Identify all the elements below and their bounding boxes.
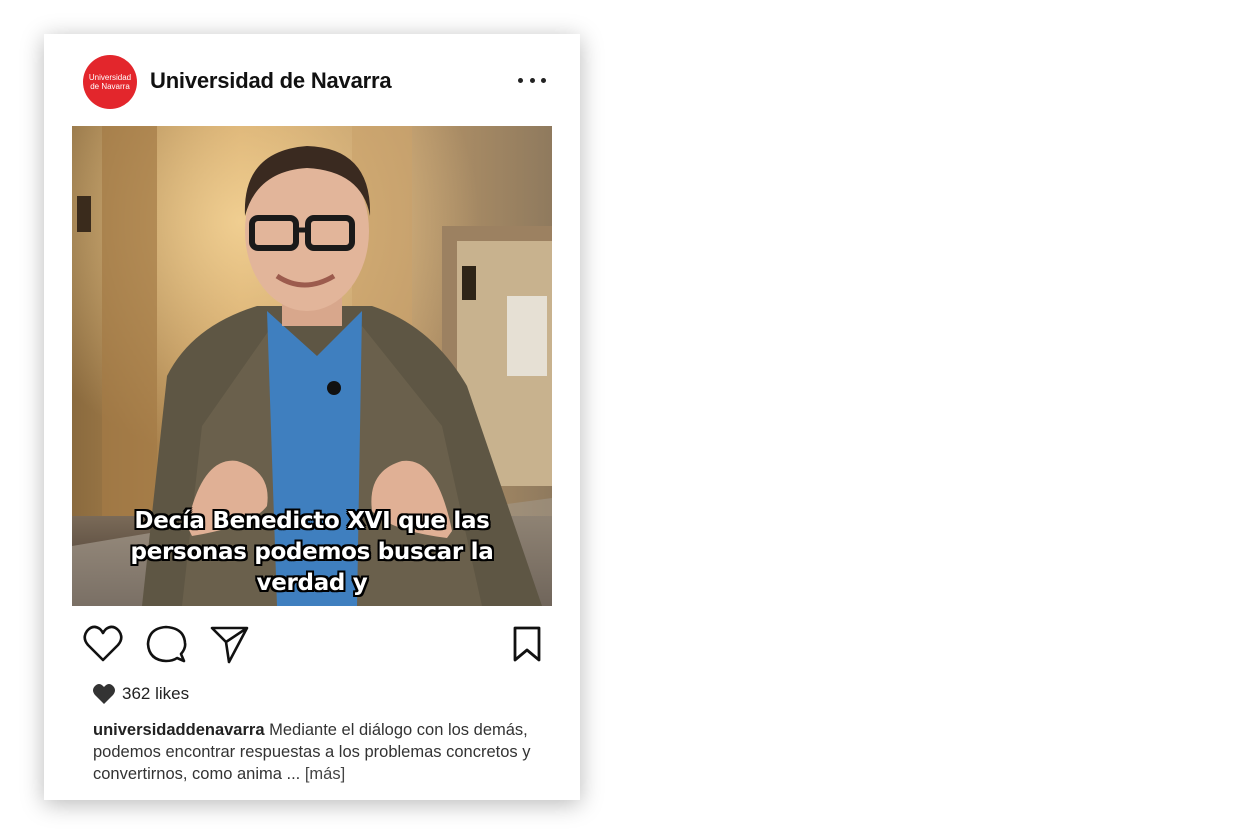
post-actions xyxy=(44,622,580,672)
avatar-text-line-2: de Navarra xyxy=(90,82,130,91)
likes-row[interactable]: 362 likes xyxy=(92,684,189,704)
post-header: Universidad de Navarra Universidad de Na… xyxy=(44,34,580,126)
subtitle-line: personas podemos buscar la xyxy=(130,539,494,565)
post-video[interactable]: Decía Benedicto XVI que las personas pod… xyxy=(72,126,552,606)
bookmark-icon[interactable] xyxy=(505,622,549,666)
filled-heart-icon xyxy=(93,684,115,704)
avatar[interactable]: Universidad de Navarra xyxy=(83,55,137,109)
instagram-post-card: Universidad de Navarra Universidad de Na… xyxy=(44,34,580,800)
send-icon[interactable] xyxy=(207,622,251,666)
subtitle-line: Decía Benedicto XVI que las xyxy=(134,508,490,534)
more-dot xyxy=(518,77,523,83)
likes-count: 362 likes xyxy=(122,684,190,703)
more-dot xyxy=(529,77,535,83)
caption-username[interactable]: universidaddenavarra xyxy=(93,721,265,739)
heart-icon[interactable] xyxy=(81,622,125,666)
caption-more-link[interactable]: [más] xyxy=(305,765,345,783)
subtitle-line: verdad y xyxy=(256,570,368,596)
comment-icon[interactable] xyxy=(144,622,188,666)
more-options-icon[interactable] xyxy=(518,70,546,90)
video-subtitle: Decía Benedicto XVI que las personas pod… xyxy=(72,506,552,599)
more-dot xyxy=(541,77,546,83)
avatar-text-line-1: Universidad xyxy=(88,73,132,82)
post-caption: universidaddenavarra Mediante el diálogo… xyxy=(93,719,553,785)
account-name[interactable]: Universidad de Navarra xyxy=(150,68,392,94)
